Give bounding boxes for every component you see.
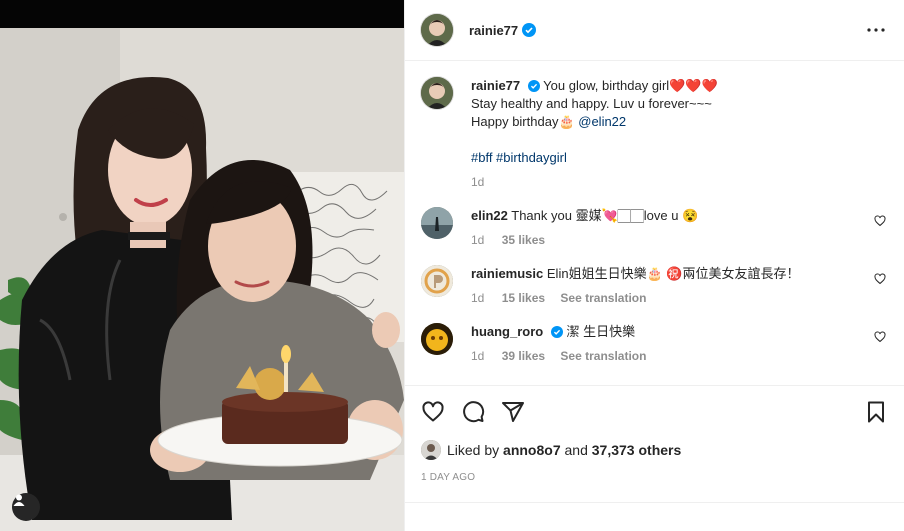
comment-username[interactable]: rainiemusic xyxy=(471,266,543,281)
comment-time[interactable]: 1d xyxy=(471,233,484,247)
caption-line-2: Stay healthy and happy. Luv u forever~~~ xyxy=(471,96,712,111)
post-detail-panel: rainie77 rainie77 You glow, birthday gir… xyxy=(404,0,904,531)
like-button[interactable] xyxy=(421,400,445,424)
avatar-image xyxy=(421,77,453,109)
liked-by-prefix: Liked by xyxy=(447,442,500,458)
like-comment-heart-icon[interactable] xyxy=(874,273,886,285)
verified-badge-icon xyxy=(550,326,563,338)
comment-avatar[interactable] xyxy=(421,265,453,297)
comment-time[interactable]: 1d xyxy=(471,291,484,305)
caption-time[interactable]: 1d xyxy=(471,175,484,189)
more-horizontal-icon xyxy=(867,28,885,32)
photo-illustration xyxy=(0,0,404,531)
post-header: rainie77 xyxy=(405,0,904,61)
comment-row: rainiemusic Elin姐姐生日快樂🎂 ㊗️兩位美女友誼長存！ 1d 1… xyxy=(421,265,888,305)
paper-plane-icon xyxy=(502,401,524,422)
comment-meta: 1d 15 likes See translation xyxy=(471,291,851,305)
see-translation-link[interactable]: See translation xyxy=(560,291,646,305)
like-comment-heart-icon[interactable] xyxy=(874,331,886,343)
comment-likes[interactable]: 35 likes xyxy=(502,233,545,247)
comment-username[interactable]: huang_roro xyxy=(471,324,543,339)
comment-text: elin22 Thank you 靈媒💘🏻🏻love u 😵 xyxy=(471,207,851,225)
comment-body: 潔 生日快樂 xyxy=(566,324,636,339)
comment-row: huang_roro 潔 生日快樂 1d 39 likes See transl… xyxy=(421,323,888,363)
post-actions-bar xyxy=(405,385,904,437)
user-tag-icon xyxy=(13,494,25,506)
comment-meta: 1d 39 likes See translation xyxy=(471,349,851,363)
avatar-image xyxy=(421,207,453,239)
comment-text: huang_roro 潔 生日快樂 xyxy=(471,323,851,341)
post-date[interactable]: 1 DAY AGO xyxy=(421,472,475,483)
liked-by-summary: Liked by anno8o7 and 37,373 others xyxy=(421,440,681,460)
comment-body: Thank you 靈媒💘🏻🏻love u 😵 xyxy=(511,208,699,223)
heart-icon xyxy=(422,400,444,421)
liked-by-count[interactable]: 37,373 others xyxy=(592,442,682,458)
verified-badge-icon xyxy=(522,23,537,37)
author-avatar[interactable] xyxy=(421,14,453,46)
comment-avatar[interactable] xyxy=(421,207,453,239)
avatar-image xyxy=(421,440,441,460)
see-translation-link[interactable]: See translation xyxy=(560,349,646,363)
liked-by-middle: and xyxy=(564,442,588,458)
comments-list[interactable]: rainie77 You glow, birthday girl❤️❤️❤️ S… xyxy=(405,61,904,384)
comment-text: rainiemusic Elin姐姐生日快樂🎂 ㊗️兩位美女友誼長存！ xyxy=(471,265,851,283)
comment-likes[interactable]: 39 likes xyxy=(502,349,545,363)
comment-body: Elin姐姐生日快樂🎂 ㊗️兩位美女友誼長存！ xyxy=(546,266,800,281)
caption-text: rainie77 You glow, birthday girl❤️❤️❤️ S… xyxy=(471,77,851,167)
save-button[interactable] xyxy=(864,400,888,424)
verified-badge-icon xyxy=(527,80,540,92)
comment-row: elin22 Thank you 靈媒💘🏻🏻love u 😵 1d 35 lik… xyxy=(421,207,888,247)
caption-line-3: Happy birthday🎂 xyxy=(471,114,579,129)
caption-avatar[interactable] xyxy=(421,77,453,109)
caption-mention-link[interactable]: @elin22 xyxy=(578,114,626,129)
more-options-button[interactable] xyxy=(864,18,888,42)
caption-username[interactable]: rainie77 xyxy=(471,78,520,93)
liked-by-user[interactable]: anno8o7 xyxy=(503,442,561,458)
comment-time[interactable]: 1d xyxy=(471,349,484,363)
liker-avatar[interactable] xyxy=(421,440,441,460)
avatar-image xyxy=(421,265,453,297)
share-button[interactable] xyxy=(501,400,525,424)
comment-username[interactable]: elin22 xyxy=(471,208,508,223)
comment-likes[interactable]: 15 likes xyxy=(502,291,545,305)
bookmark-icon xyxy=(868,401,884,422)
caption-line-1: You glow, birthday girl❤️❤️❤️ xyxy=(543,78,718,93)
like-comment-heart-icon[interactable] xyxy=(874,215,886,227)
author-username[interactable]: rainie77 xyxy=(469,23,518,38)
avatar-image xyxy=(421,323,453,355)
tagged-people-button[interactable] xyxy=(12,493,40,521)
caption-meta: 1d xyxy=(471,175,851,189)
caption-row: rainie77 You glow, birthday girl❤️❤️❤️ S… xyxy=(421,77,888,189)
post-photo[interactable] xyxy=(0,0,404,531)
caption-hashtags[interactable]: #bff #birthdaygirl xyxy=(471,150,567,165)
comment-avatar[interactable] xyxy=(421,323,453,355)
comment-button[interactable] xyxy=(461,400,485,424)
comment-meta: 1d 35 likes xyxy=(471,233,851,247)
avatar-image xyxy=(421,14,453,46)
comment-bubble-icon xyxy=(463,400,485,422)
add-comment-bar[interactable] xyxy=(405,502,904,531)
